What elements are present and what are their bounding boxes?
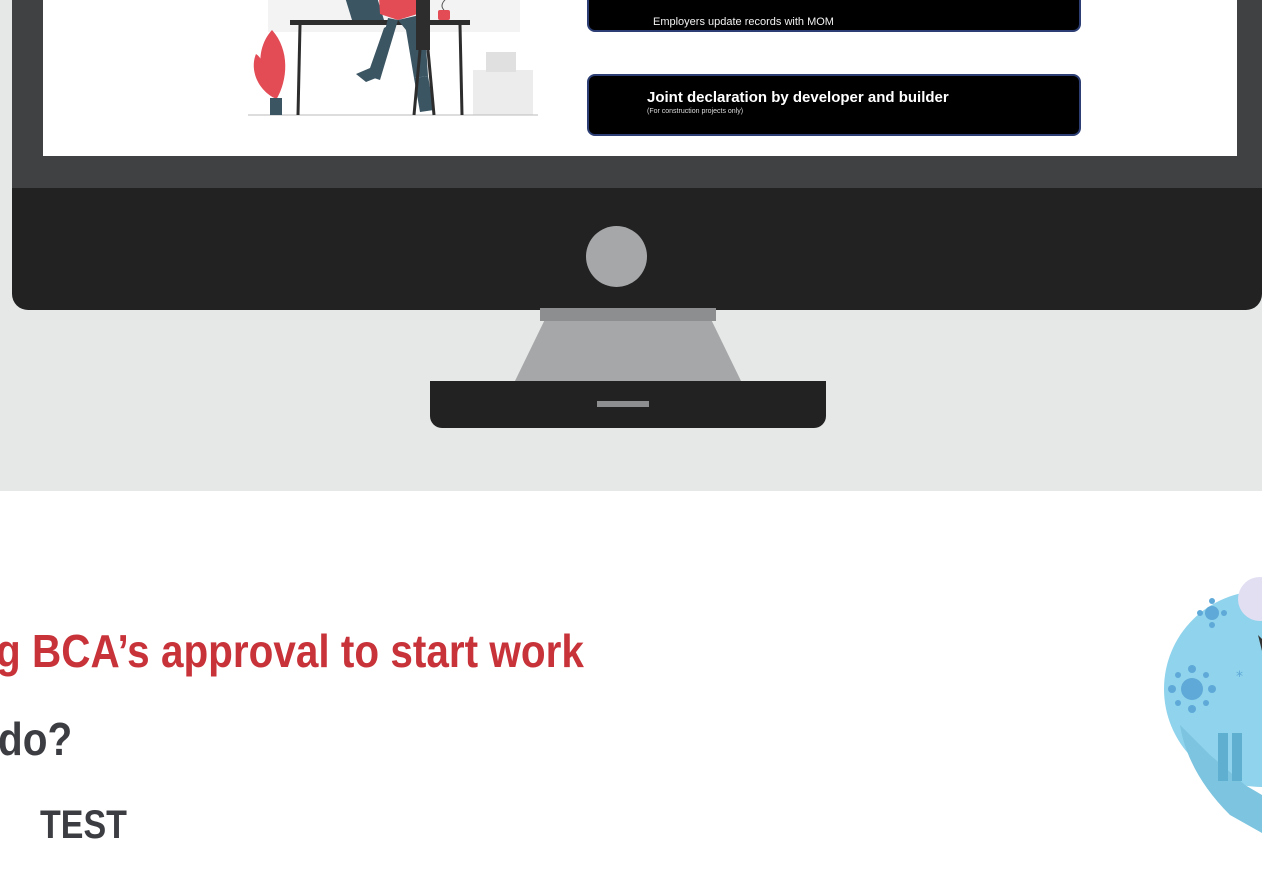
step-joint-subtitle: (For construction projects only): [647, 108, 744, 115]
monitor-power-button: [586, 226, 647, 287]
monitor-base-slot: [597, 401, 649, 407]
svg-text:*: *: [1236, 669, 1243, 685]
step-joint-declaration: Joint declaration by developer and build…: [587, 74, 1081, 136]
person-at-desk-illustration: [248, 0, 538, 116]
section-subheading: do?: [0, 713, 73, 765]
virus-illustration: *: [1164, 577, 1262, 833]
section-heading: g BCA’s approval to start work: [0, 625, 584, 677]
step-employers-update: Employers update records with MOM: [587, 0, 1081, 32]
step-joint-title: Joint declaration by developer and build…: [647, 89, 949, 106]
test-label: TEST: [40, 803, 127, 847]
monitor-stand-shadow: [540, 308, 716, 321]
step-mom-text: Employers update records with MOM: [653, 16, 834, 28]
